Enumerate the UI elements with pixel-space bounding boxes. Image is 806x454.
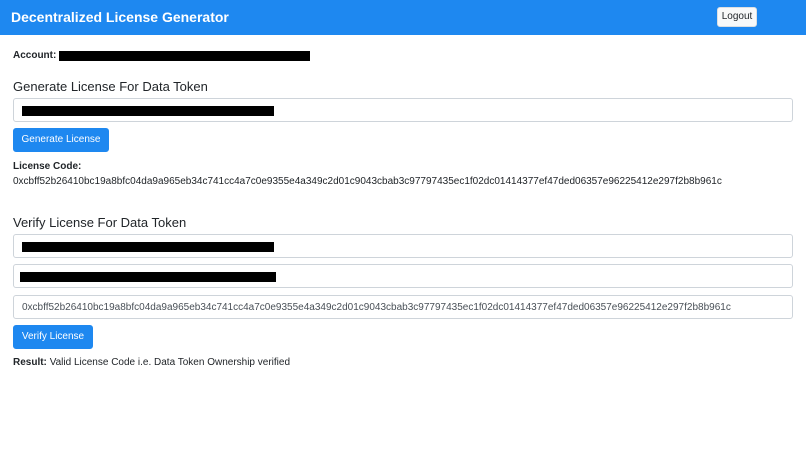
navbar: Decentralized License Generator Logout [0, 0, 806, 35]
license-code-value: 0xcbff52b26410bc19a8bfc04da9a965eb34c741… [13, 176, 722, 187]
verify-section-title: Verify License For Data Token [13, 215, 187, 230]
result-value: Valid License Code i.e. Data Token Owner… [49, 357, 291, 368]
verify-license-code-input[interactable]: 0xcbff52b26410bc19a8bfc04da9a965eb34c741… [13, 295, 793, 319]
verify-token-value-redacted [22, 242, 274, 252]
result-label: Result: [13, 357, 47, 368]
account-label: Account: [13, 50, 57, 61]
account-row: Account: [13, 50, 311, 62]
generate-section-title: Generate License For Data Token [13, 79, 208, 94]
app-title: Decentralized License Generator [11, 9, 229, 25]
verify-license-button[interactable]: Verify License [13, 325, 93, 349]
generate-token-input[interactable] [13, 98, 793, 122]
verify-account-value-redacted [20, 272, 276, 282]
license-code-label: License Code: [13, 161, 82, 172]
generate-license-button[interactable]: Generate License [13, 128, 109, 152]
result-row: Result: Valid License Code i.e. Data Tok… [13, 357, 290, 368]
logout-button[interactable]: Logout [717, 7, 757, 27]
verify-license-code-text: 0xcbff52b26410bc19a8bfc04da9a965eb34c741… [22, 302, 731, 313]
verify-token-input[interactable] [13, 234, 793, 258]
generate-token-value-redacted [22, 106, 274, 116]
account-address-redacted [59, 50, 311, 61]
verify-account-input[interactable] [13, 264, 793, 288]
